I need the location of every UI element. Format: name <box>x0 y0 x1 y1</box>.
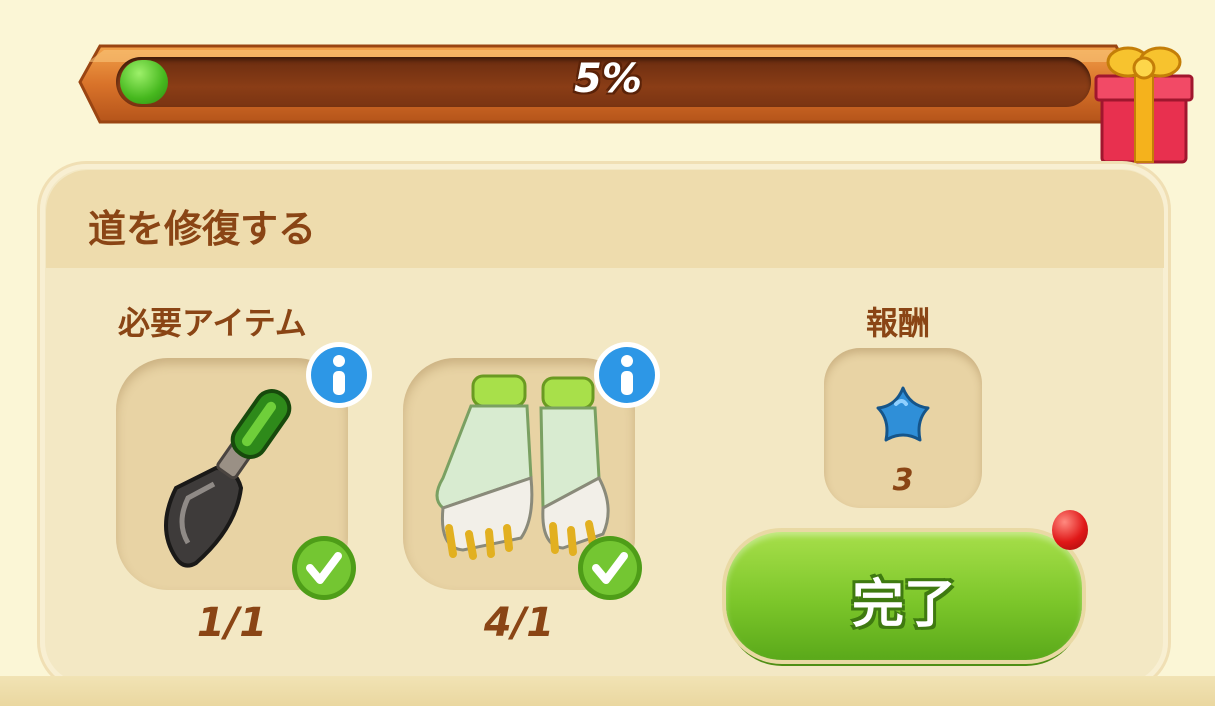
quest-progress-bar: 5% <box>78 38 1194 164</box>
info-icon[interactable] <box>592 340 662 410</box>
check-icon <box>292 536 356 600</box>
complete-button-label: 完了 <box>851 575 956 635</box>
item-count-trowel: 1/1 <box>196 600 268 646</box>
progress-percent-label: 5% <box>574 56 642 102</box>
info-icon[interactable] <box>304 340 374 410</box>
check-icon <box>578 536 642 600</box>
gift-box-icon[interactable] <box>1088 38 1200 166</box>
bottom-edge <box>0 676 1215 706</box>
required-items-label: 必要アイテム <box>118 304 307 342</box>
quest-title: 道を修復する <box>88 207 317 251</box>
reward-amount: 3 <box>892 463 914 498</box>
reward-label: 報酬 <box>866 304 931 342</box>
item-count-gloves: 4/1 <box>483 600 555 646</box>
notification-badge <box>1052 510 1088 550</box>
